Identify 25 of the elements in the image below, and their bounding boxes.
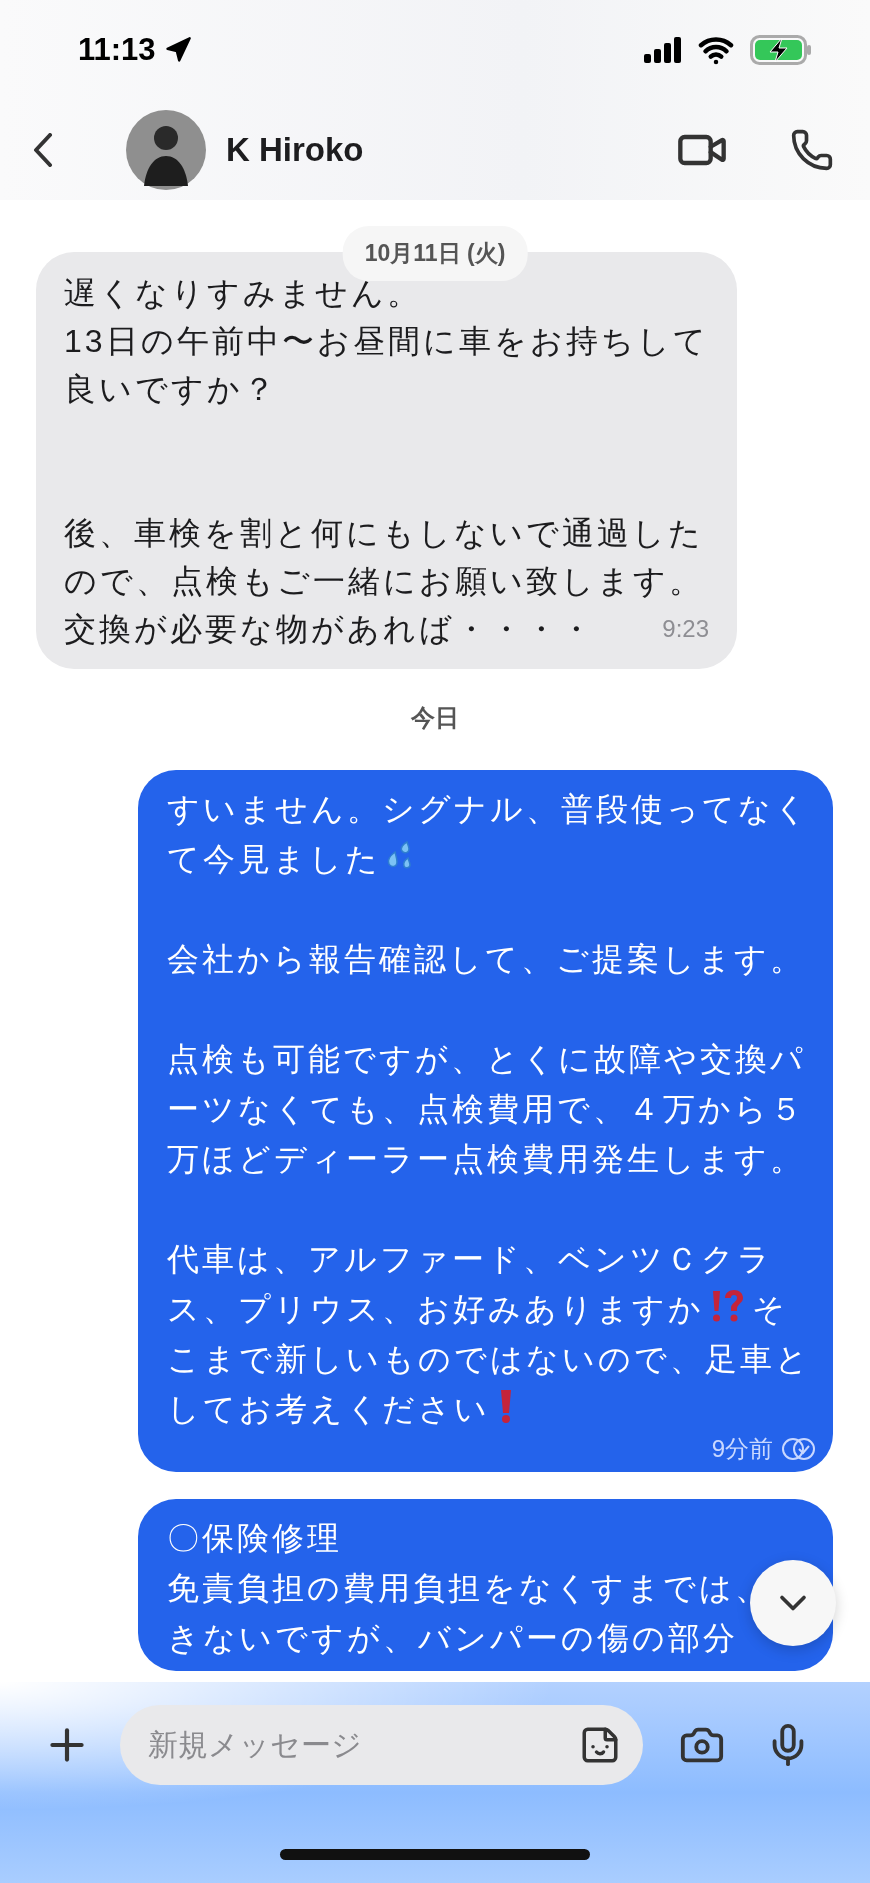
message-text: きないですが、バンパーの傷の部分 (167, 1619, 738, 1658)
message-time: 9:23 (662, 614, 709, 644)
read-receipt-icon (781, 1436, 817, 1462)
message-text: 会社から報告確認して、ご提案します。 (167, 940, 805, 979)
signal-icon (644, 37, 682, 63)
message-input-field[interactable]: 新規メッセージ (148, 1728, 579, 1762)
status-time: 11:13 (78, 32, 156, 68)
message-time: 9分前 (711, 1434, 773, 1464)
message-field[interactable]: 新規メッセージ (120, 1705, 643, 1785)
date-divider: 今日 (410, 703, 459, 733)
battery-charging-icon (750, 35, 812, 65)
message-text: 13日の午前中〜お昼間に車をお持ちして良いですか？ (64, 322, 709, 409)
message-text: 点検も可能ですが、とくに故障や交換パーツなくても、点検費用で、４万から５万ほどディーラー点検費用発生します。 (167, 1040, 807, 1179)
back-button[interactable] (33, 133, 53, 167)
message-text: すいません。シグナル、普段使ってなくて今見ました (167, 790, 811, 879)
message-text: 後、車検を割と何にもしないで通過したので、点検もご一緒にお願い致します。 (64, 514, 705, 601)
avatar[interactable] (126, 110, 206, 190)
message-text: 交換が必要な物があれば・・・・ (64, 610, 595, 649)
phone-call-button[interactable] (790, 128, 834, 172)
contact-name: K Hiroko (226, 131, 365, 169)
date-label: 10月11日 (火) (342, 226, 528, 281)
message-text: 代車は、アルファード、ベンツＣクラス、プリウス、お好みありますか そこまで新しいものではないので、足車としてお考えください (167, 1240, 812, 1429)
message-text: 〇保険修理 (167, 1519, 342, 1558)
message-text: 免責負担の費用負担をなくすまでは、 (167, 1569, 770, 1608)
location-arrow-icon (163, 36, 192, 64)
